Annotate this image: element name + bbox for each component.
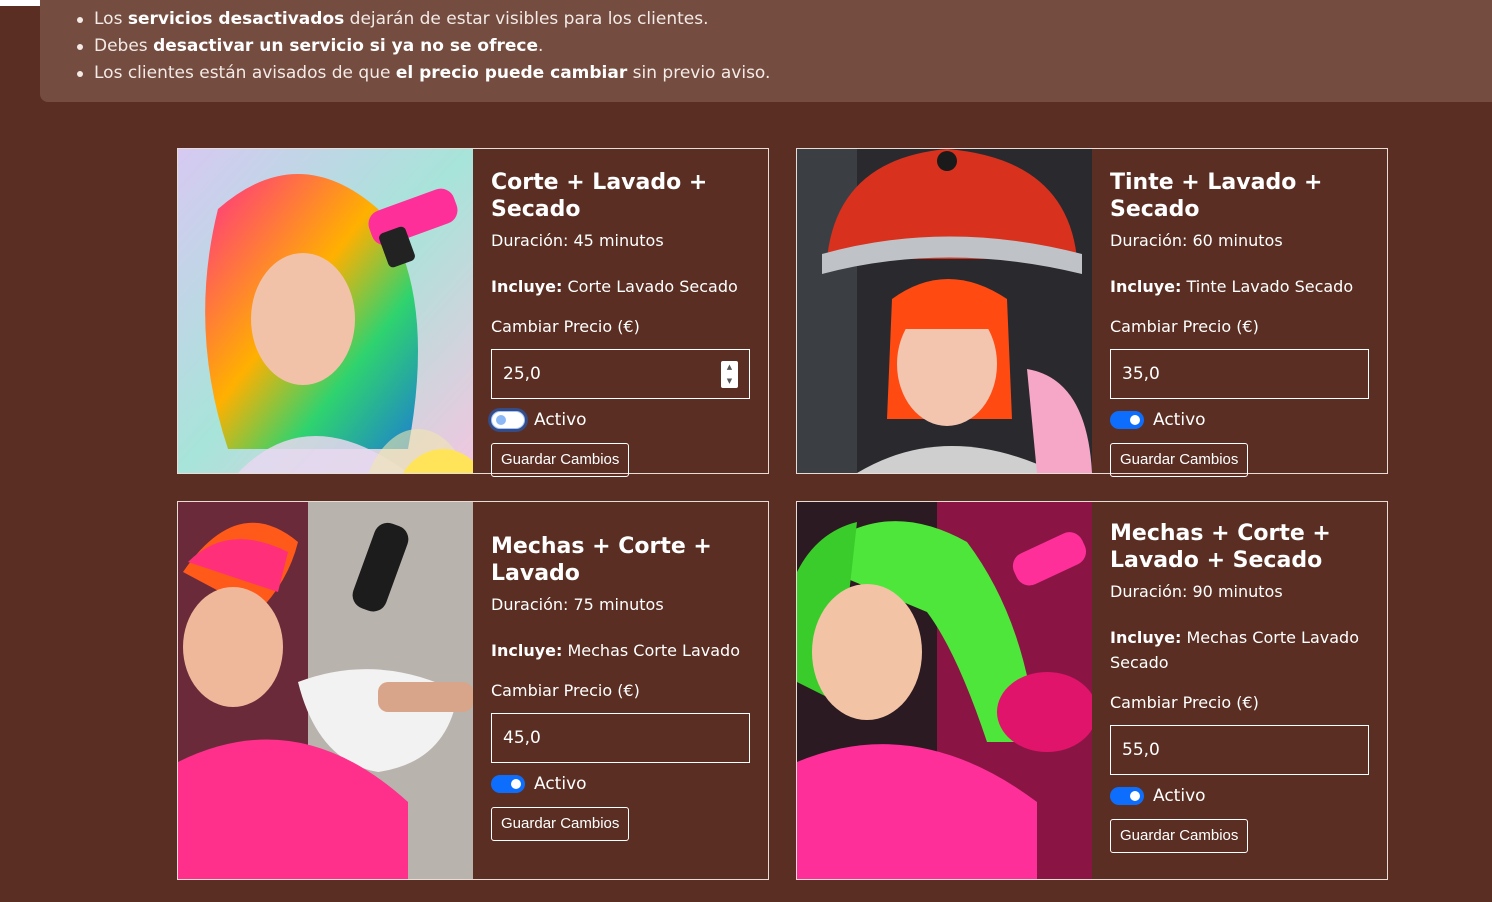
price-value: 45,0 [503,728,541,748]
price-value: 35,0 [1122,364,1160,384]
service-duration: Duración: 75 minutos [491,595,664,614]
notice-item: Los clientes están avisados de que el pr… [77,60,1492,87]
active-toggle[interactable] [1110,411,1144,429]
active-toggle[interactable] [491,411,525,429]
notice-item: Los servicios desactivados dejarán de es… [77,6,1492,33]
save-button[interactable]: Guardar Cambios [1110,819,1249,853]
price-value: 25,0 [503,364,541,384]
price-label: Cambiar Precio (€) [1110,693,1259,712]
notice-box: Los servicios desactivados dejarán de es… [40,0,1492,102]
active-toggle-row: Activo [491,410,750,430]
service-card: Mechas + Corte + Lavado Duración: 75 min… [177,501,769,880]
service-duration: Duración: 60 minutos [1110,231,1283,250]
active-toggle-row: Activo [491,774,750,794]
active-toggle[interactable] [491,775,525,793]
service-image [797,502,1092,879]
service-includes: Incluye: Mechas Corte Lavado [491,641,740,660]
price-input[interactable]: 45,0 [491,713,750,763]
price-input[interactable]: 25,0 ▲ ▼ [491,349,750,399]
service-body: Corte + Lavado + Secado Duración: 45 min… [473,149,768,477]
service-includes: Incluye: Tinte Lavado Secado [1110,277,1354,296]
service-duration: Duración: 90 minutos [1110,582,1283,601]
spin-down-icon[interactable]: ▼ [727,377,732,385]
price-value: 55,0 [1122,740,1160,760]
service-title: Mechas + Corte + Lavado + Secado [1110,521,1331,573]
service-image [797,149,1092,473]
active-label: Activo [534,410,587,430]
price-input[interactable]: 55,0 [1110,725,1369,775]
service-includes: Incluye: Corte Lavado Secado [491,277,738,296]
service-includes: Incluye: Mechas Corte Lavado Secado [1110,628,1359,672]
service-card: Tinte + Lavado + Secado Duración: 60 min… [796,148,1388,477]
number-spinner[interactable]: ▲ ▼ [721,360,738,388]
price-input[interactable]: 35,0 [1110,349,1369,399]
active-toggle-row: Activo [1110,410,1369,430]
notice-list: Los servicios desactivados dejarán de es… [77,6,1492,87]
service-body: Mechas + Corte + Lavado Duración: 75 min… [473,502,768,879]
service-body: Tinte + Lavado + Secado Duración: 60 min… [1092,149,1387,477]
service-body: Mechas + Corte + Lavado + Secado Duració… [1092,502,1387,879]
price-label: Cambiar Precio (€) [491,317,640,336]
active-toggle[interactable] [1110,787,1144,805]
service-image [178,502,473,879]
service-title: Mechas + Corte + Lavado [491,534,712,586]
service-card: Mechas + Corte + Lavado + Secado Duració… [796,501,1388,880]
spin-up-icon[interactable]: ▲ [727,363,732,371]
active-label: Activo [534,774,587,794]
service-card: Corte + Lavado + Secado Duración: 45 min… [177,148,769,477]
active-label: Activo [1153,410,1206,430]
service-title: Corte + Lavado + Secado [491,170,708,222]
price-label: Cambiar Precio (€) [491,681,640,700]
service-image [178,149,473,473]
service-duration: Duración: 45 minutos [491,231,664,250]
active-label: Activo [1153,786,1206,806]
save-button[interactable]: Guardar Cambios [491,443,630,477]
save-button[interactable]: Guardar Cambios [491,807,630,841]
price-label: Cambiar Precio (€) [1110,317,1259,336]
notice-item: Debes desactivar un servicio si ya no se… [77,33,1492,60]
save-button[interactable]: Guardar Cambios [1110,443,1249,477]
service-title: Tinte + Lavado + Secado [1110,170,1323,222]
active-toggle-row: Activo [1110,786,1369,806]
